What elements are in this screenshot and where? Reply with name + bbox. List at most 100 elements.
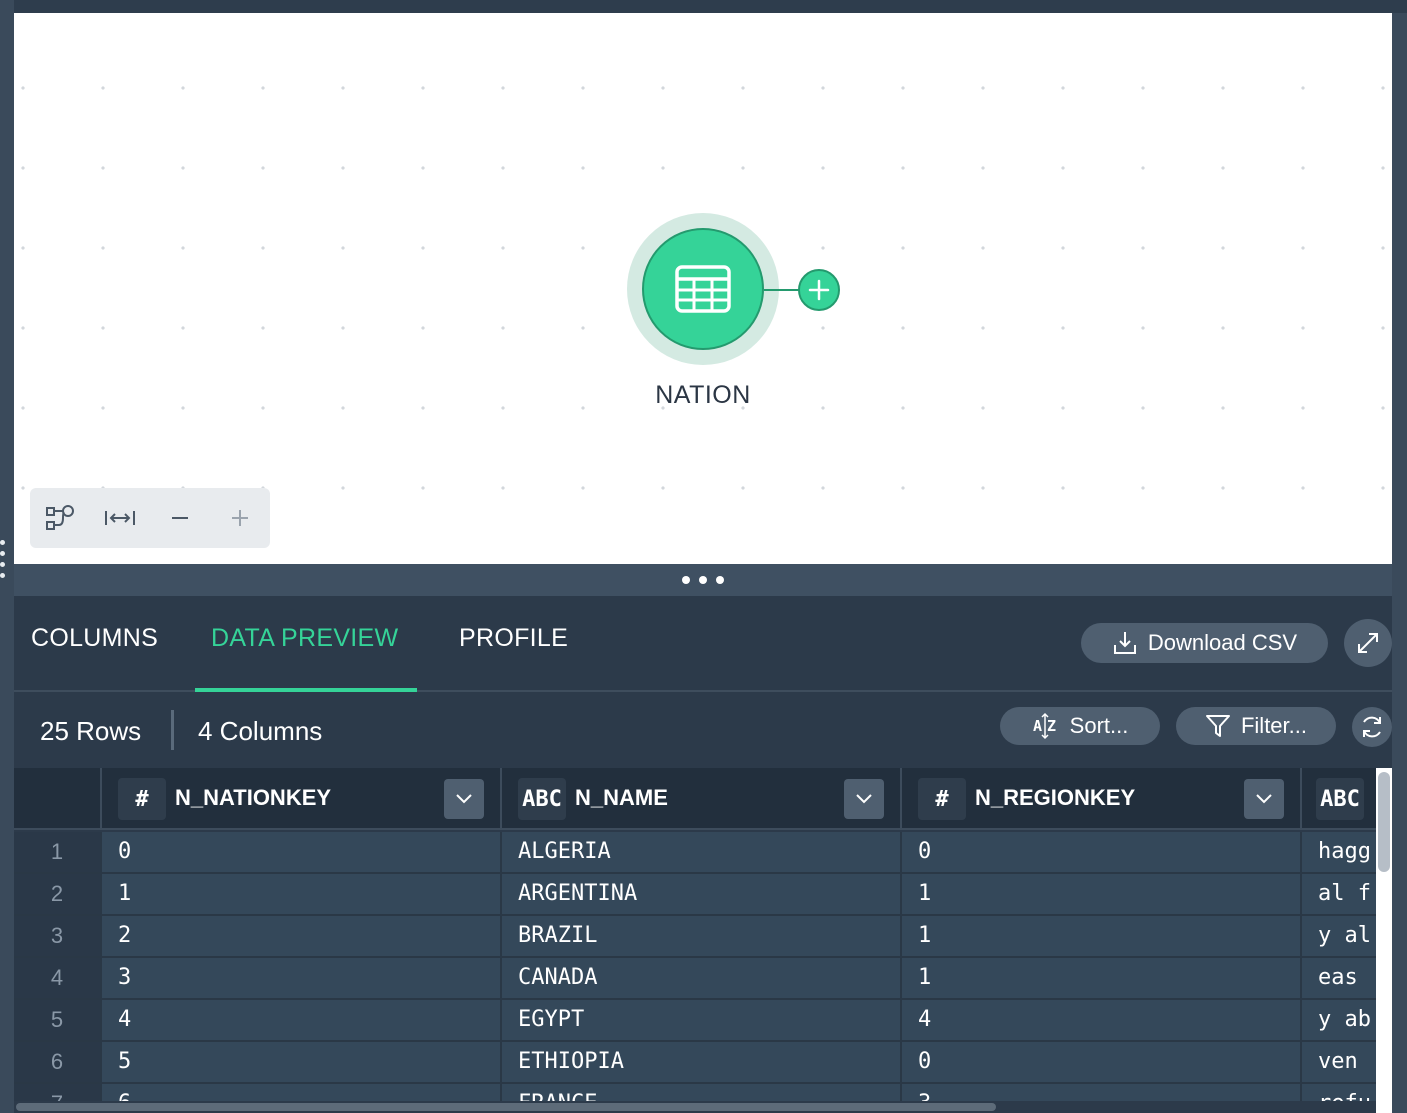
refresh-button[interactable] bbox=[1352, 707, 1392, 747]
row-index: 5 bbox=[14, 1000, 100, 1040]
table-row[interactable]: 3 2 BRAZIL 1 y al bbox=[14, 916, 1376, 958]
filter-icon bbox=[1205, 715, 1230, 737]
expand-button[interactable] bbox=[1344, 619, 1392, 667]
download-icon bbox=[1113, 632, 1136, 654]
sort-button[interactable]: A Z Sort... bbox=[1000, 707, 1160, 745]
row-index: 4 bbox=[14, 958, 100, 998]
table-summary-row: 25 Rows 4 Columns A Z Sort... Filter... bbox=[14, 692, 1392, 768]
nation-node-core[interactable] bbox=[642, 228, 764, 350]
table-cell[interactable]: al f bbox=[1300, 874, 1376, 914]
scroll-thumb[interactable] bbox=[16, 1103, 996, 1111]
tab-columns[interactable]: COLUMNS bbox=[31, 624, 158, 653]
horizontal-scrollbar[interactable] bbox=[14, 1101, 1376, 1113]
expand-icon bbox=[1358, 633, 1378, 653]
column-header-nationkey[interactable]: # N_NATIONKEY bbox=[100, 768, 500, 830]
zoom-in-button[interactable] bbox=[210, 488, 270, 548]
number-type-icon: # bbox=[918, 778, 966, 820]
filter-button[interactable]: Filter... bbox=[1176, 707, 1336, 745]
table-row[interactable]: 1 0 ALGERIA 0 hagg bbox=[14, 832, 1376, 874]
table-cell[interactable]: ALGERIA bbox=[500, 832, 900, 872]
table-cell[interactable]: 5 bbox=[100, 1042, 500, 1082]
table-cell[interactable]: eas bbox=[1300, 958, 1376, 998]
table-cell[interactable]: y ab bbox=[1300, 1000, 1376, 1040]
data-panel: COLUMNS DATA PREVIEW PROFILE Download CS… bbox=[14, 596, 1392, 1113]
table-cell[interactable]: CANADA bbox=[500, 958, 900, 998]
table-cell[interactable]: ARGENTINA bbox=[500, 874, 900, 914]
fit-width-icon bbox=[105, 511, 135, 525]
auto-layout-button[interactable] bbox=[30, 488, 90, 548]
table-row[interactable]: 4 3 CANADA 1 eas bbox=[14, 958, 1376, 1000]
svg-text:Z: Z bbox=[1047, 717, 1056, 735]
table-cell[interactable]: 1 bbox=[100, 874, 500, 914]
svg-text:A: A bbox=[1033, 717, 1042, 735]
chevron-down-icon bbox=[1256, 794, 1272, 804]
table-cell[interactable]: 1 bbox=[900, 874, 1300, 914]
column-menu-button[interactable] bbox=[444, 779, 484, 819]
refresh-icon bbox=[1363, 716, 1381, 738]
table-cell[interactable]: EGYPT bbox=[500, 1000, 900, 1040]
column-header-name[interactable]: ABC N_NAME bbox=[500, 768, 900, 830]
table-icon bbox=[675, 265, 731, 313]
table-cell[interactable]: 1 bbox=[900, 958, 1300, 998]
column-header-regionkey[interactable]: # N_REGIONKEY bbox=[900, 768, 1300, 830]
table-cell[interactable]: 0 bbox=[900, 1042, 1300, 1082]
fit-width-button[interactable] bbox=[90, 488, 150, 548]
column-count: 4 Columns bbox=[198, 716, 323, 746]
scroll-thumb[interactable] bbox=[1378, 772, 1390, 872]
row-index: 6 bbox=[14, 1042, 100, 1082]
window-top-bar bbox=[0, 0, 1407, 13]
sort-label: Sort... bbox=[1069, 713, 1129, 738]
table-cell[interactable]: 0 bbox=[100, 832, 500, 872]
tab-data-preview[interactable]: DATA PREVIEW bbox=[211, 624, 398, 653]
zoom-out-button[interactable] bbox=[150, 488, 210, 548]
data-preview-table: # N_NATIONKEY ABC N_NAME # N_REGIONKEY A… bbox=[14, 768, 1376, 1103]
auto-layout-icon bbox=[46, 505, 74, 530]
table-cell[interactable]: ETHIOPIA bbox=[500, 1042, 900, 1082]
table-cell[interactable]: 4 bbox=[900, 1000, 1300, 1040]
table-cell[interactable]: 1 bbox=[900, 916, 1300, 956]
row-count: 25 Rows bbox=[40, 716, 142, 746]
zoom-out-icon bbox=[172, 517, 188, 519]
column-name: N_NATIONKEY bbox=[175, 785, 332, 810]
table-cell[interactable]: 3 bbox=[100, 958, 500, 998]
node-label: NATION bbox=[655, 381, 751, 409]
row-index: 3 bbox=[14, 916, 100, 956]
chevron-down-icon bbox=[456, 794, 472, 804]
flow-canvas[interactable]: NATION bbox=[14, 13, 1392, 564]
table-cell[interactable]: y al bbox=[1300, 916, 1376, 956]
filter-label: Filter... bbox=[1240, 713, 1307, 738]
panel-splitter-handle[interactable] bbox=[14, 564, 1392, 596]
table-row[interactable]: 5 4 EGYPT 4 y ab bbox=[14, 1000, 1376, 1042]
vertical-scrollbar[interactable] bbox=[1376, 768, 1392, 1113]
column-name: N_REGIONKEY bbox=[975, 785, 1136, 810]
table-cell[interactable]: hagg bbox=[1300, 832, 1376, 872]
column-menu-button[interactable] bbox=[844, 779, 884, 819]
table-cell[interactable]: 2 bbox=[100, 916, 500, 956]
table-row[interactable]: 2 1 ARGENTINA 1 al f bbox=[14, 874, 1376, 916]
sort-az-icon: A Z bbox=[1033, 712, 1056, 740]
table-row[interactable]: 6 5 ETHIOPIA 0 ven bbox=[14, 1042, 1376, 1084]
column-menu-button[interactable] bbox=[1244, 779, 1284, 819]
row-index: 1 bbox=[14, 832, 100, 872]
table-header: # N_NATIONKEY ABC N_NAME # N_REGIONKEY A… bbox=[14, 768, 1376, 830]
column-name: N_NAME bbox=[575, 785, 668, 810]
add-step-button[interactable] bbox=[798, 269, 840, 311]
zoom-in-icon bbox=[232, 510, 248, 526]
row-index: 2 bbox=[14, 874, 100, 914]
summary-divider bbox=[171, 710, 174, 750]
column-header-comment[interactable]: ABC bbox=[1300, 768, 1376, 830]
download-csv-button[interactable]: Download CSV bbox=[1081, 623, 1328, 663]
table-cell[interactable]: 0 bbox=[900, 832, 1300, 872]
table-cell[interactable]: BRAZIL bbox=[500, 916, 900, 956]
table-cell[interactable]: 4 bbox=[100, 1000, 500, 1040]
download-csv-label: Download CSV bbox=[1147, 630, 1298, 655]
table-cell[interactable]: ven bbox=[1300, 1042, 1376, 1082]
node-connector bbox=[764, 289, 799, 291]
canvas-toolbar bbox=[30, 488, 270, 548]
string-type-icon: ABC bbox=[1316, 778, 1364, 820]
nation-node[interactable] bbox=[627, 213, 779, 365]
left-resize-handle[interactable] bbox=[0, 540, 6, 590]
tab-profile[interactable]: PROFILE bbox=[459, 624, 568, 653]
number-type-icon: # bbox=[118, 778, 166, 820]
string-type-icon: ABC bbox=[518, 778, 566, 820]
